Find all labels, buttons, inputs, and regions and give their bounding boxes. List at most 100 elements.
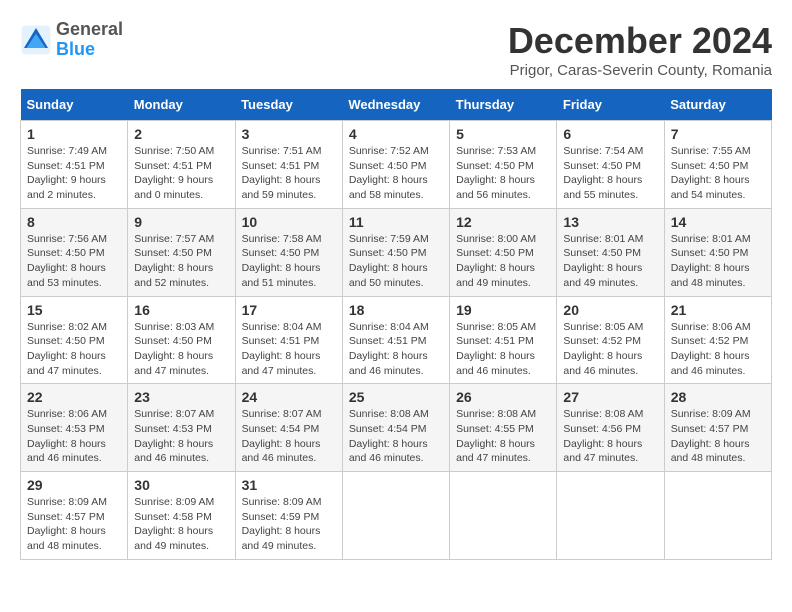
day-cell: 12 Sunrise: 8:00 AMSunset: 4:50 PMDayligh… (450, 208, 557, 296)
day-cell: 24 Sunrise: 8:07 AMSunset: 4:54 PMDayligh… (235, 384, 342, 472)
day-cell: 6 Sunrise: 7:54 AMSunset: 4:50 PMDaylight… (557, 121, 664, 209)
day-number: 29 (27, 477, 121, 493)
day-info: Sunrise: 8:01 AMSunset: 4:50 PMDaylight:… (563, 233, 643, 289)
day-cell: 21 Sunrise: 8:06 AMSunset: 4:52 PMDayligh… (664, 296, 771, 384)
day-info: Sunrise: 7:55 AMSunset: 4:50 PMDaylight:… (671, 145, 751, 201)
day-cell: 5 Sunrise: 7:53 AMSunset: 4:50 PMDaylight… (450, 121, 557, 209)
subtitle: Prigor, Caras-Severin County, Romania (508, 62, 772, 79)
day-cell: 8Sunrise: 7:56 AMSunset: 4:50 PMDaylight… (21, 208, 128, 296)
day-cell (342, 472, 449, 560)
day-number: 7 (671, 126, 765, 142)
day-cell: 1 Sunrise: 7:49 AMSunset: 4:51 PMDaylight… (21, 121, 128, 209)
logo-text: General Blue (56, 20, 123, 60)
day-number: 9 (134, 214, 228, 230)
col-header-thursday: Thursday (450, 89, 557, 121)
day-number: 27 (563, 389, 657, 405)
title-section: December 2024 Prigor, Caras-Severin Coun… (508, 20, 772, 79)
day-info: Sunrise: 8:05 AMSunset: 4:51 PMDaylight:… (456, 321, 536, 377)
col-header-monday: Monday (128, 89, 235, 121)
col-header-tuesday: Tuesday (235, 89, 342, 121)
col-header-sunday: Sunday (21, 89, 128, 121)
week-row-2: 8Sunrise: 7:56 AMSunset: 4:50 PMDaylight… (21, 208, 772, 296)
day-cell: 16 Sunrise: 8:03 AMSunset: 4:50 PMDayligh… (128, 296, 235, 384)
day-cell: 4 Sunrise: 7:52 AMSunset: 4:50 PMDaylight… (342, 121, 449, 209)
week-row-1: 1 Sunrise: 7:49 AMSunset: 4:51 PMDaylight… (21, 121, 772, 209)
day-cell: 19 Sunrise: 8:05 AMSunset: 4:51 PMDayligh… (450, 296, 557, 384)
day-cell (664, 472, 771, 560)
day-cell: 30 Sunrise: 8:09 AMSunset: 4:58 PMDayligh… (128, 472, 235, 560)
day-cell: 29 Sunrise: 8:09 AMSunset: 4:57 PMDayligh… (21, 472, 128, 560)
day-number: 12 (456, 214, 550, 230)
day-info: Sunrise: 8:03 AMSunset: 4:50 PMDaylight:… (134, 321, 214, 377)
day-cell: 28Sunrise: 8:09 AMSunset: 4:57 PMDayligh… (664, 384, 771, 472)
day-cell: 26Sunrise: 8:08 AMSunset: 4:55 PMDayligh… (450, 384, 557, 472)
day-info: Sunrise: 8:00 AMSunset: 4:50 PMDaylight:… (456, 233, 536, 289)
day-info: Sunrise: 8:02 AMSunset: 4:50 PMDaylight:… (27, 321, 107, 377)
day-number: 15 (27, 302, 121, 318)
week-row-5: 29 Sunrise: 8:09 AMSunset: 4:57 PMDayligh… (21, 472, 772, 560)
day-number: 2 (134, 126, 228, 142)
day-number: 10 (242, 214, 336, 230)
day-info: Sunrise: 7:56 AMSunset: 4:50 PMDaylight:… (27, 233, 107, 289)
logo-icon (20, 24, 52, 56)
day-info: Sunrise: 7:57 AMSunset: 4:50 PMDaylight:… (134, 233, 214, 289)
week-row-3: 15 Sunrise: 8:02 AMSunset: 4:50 PMDayligh… (21, 296, 772, 384)
logo-line2: Blue (56, 40, 123, 60)
day-info: Sunrise: 7:53 AMSunset: 4:50 PMDaylight:… (456, 145, 536, 201)
day-info: Sunrise: 8:07 AMSunset: 4:54 PMDaylight:… (242, 408, 322, 464)
day-info: Sunrise: 8:09 AMSunset: 4:57 PMDaylight:… (27, 496, 107, 552)
day-number: 13 (563, 214, 657, 230)
day-number: 25 (349, 389, 443, 405)
day-info: Sunrise: 7:59 AMSunset: 4:50 PMDaylight:… (349, 233, 429, 289)
day-number: 30 (134, 477, 228, 493)
day-cell: 17 Sunrise: 8:04 AMSunset: 4:51 PMDayligh… (235, 296, 342, 384)
day-number: 14 (671, 214, 765, 230)
day-number: 5 (456, 126, 550, 142)
logo: General Blue (20, 20, 123, 60)
day-number: 1 (27, 126, 121, 142)
day-cell: 27Sunrise: 8:08 AMSunset: 4:56 PMDayligh… (557, 384, 664, 472)
day-info: Sunrise: 8:04 AMSunset: 4:51 PMDaylight:… (242, 321, 322, 377)
calendar-table: SundayMondayTuesdayWednesdayThursdayFrid… (20, 89, 772, 560)
day-cell: 13 Sunrise: 8:01 AMSunset: 4:50 PMDayligh… (557, 208, 664, 296)
day-number: 21 (671, 302, 765, 318)
day-info: Sunrise: 8:06 AMSunset: 4:52 PMDaylight:… (671, 321, 751, 377)
day-info: Sunrise: 8:09 AMSunset: 4:58 PMDaylight:… (134, 496, 214, 552)
day-info: Sunrise: 7:49 AMSunset: 4:51 PMDaylight:… (27, 145, 107, 201)
day-info: Sunrise: 8:09 AMSunset: 4:57 PMDaylight:… (671, 408, 751, 464)
day-info: Sunrise: 8:08 AMSunset: 4:55 PMDaylight:… (456, 408, 536, 464)
day-number: 18 (349, 302, 443, 318)
day-cell: 22Sunrise: 8:06 AMSunset: 4:53 PMDayligh… (21, 384, 128, 472)
col-header-friday: Friday (557, 89, 664, 121)
day-cell: 20Sunrise: 8:05 AMSunset: 4:52 PMDayligh… (557, 296, 664, 384)
day-cell: 25 Sunrise: 8:08 AMSunset: 4:54 PMDayligh… (342, 384, 449, 472)
day-cell: 3Sunrise: 7:51 AMSunset: 4:51 PMDaylight… (235, 121, 342, 209)
day-cell (450, 472, 557, 560)
day-number: 17 (242, 302, 336, 318)
logo-line1: General (56, 20, 123, 40)
day-info: Sunrise: 7:58 AMSunset: 4:50 PMDaylight:… (242, 233, 322, 289)
day-cell: 15 Sunrise: 8:02 AMSunset: 4:50 PMDayligh… (21, 296, 128, 384)
day-number: 23 (134, 389, 228, 405)
day-number: 6 (563, 126, 657, 142)
header: General Blue December 2024 Prigor, Caras… (20, 20, 772, 79)
main-title: December 2024 (508, 20, 772, 62)
day-cell: 18 Sunrise: 8:04 AMSunset: 4:51 PMDayligh… (342, 296, 449, 384)
day-info: Sunrise: 7:52 AMSunset: 4:50 PMDaylight:… (349, 145, 429, 201)
day-number: 24 (242, 389, 336, 405)
day-cell: 10 Sunrise: 7:58 AMSunset: 4:50 PMDayligh… (235, 208, 342, 296)
day-info: Sunrise: 8:09 AMSunset: 4:59 PMDaylight:… (242, 496, 322, 552)
day-info: Sunrise: 8:05 AMSunset: 4:52 PMDaylight:… (563, 321, 643, 377)
day-info: Sunrise: 8:08 AMSunset: 4:54 PMDaylight:… (349, 408, 429, 464)
day-cell: 14 Sunrise: 8:01 AMSunset: 4:50 PMDayligh… (664, 208, 771, 296)
day-cell: 7 Sunrise: 7:55 AMSunset: 4:50 PMDaylight… (664, 121, 771, 209)
day-number: 22 (27, 389, 121, 405)
day-info: Sunrise: 8:04 AMSunset: 4:51 PMDaylight:… (349, 321, 429, 377)
day-number: 4 (349, 126, 443, 142)
day-number: 16 (134, 302, 228, 318)
day-cell: 11 Sunrise: 7:59 AMSunset: 4:50 PMDayligh… (342, 208, 449, 296)
day-number: 11 (349, 214, 443, 230)
day-info: Sunrise: 7:54 AMSunset: 4:50 PMDaylight:… (563, 145, 643, 201)
day-number: 19 (456, 302, 550, 318)
day-info: Sunrise: 8:01 AMSunset: 4:50 PMDaylight:… (671, 233, 751, 289)
